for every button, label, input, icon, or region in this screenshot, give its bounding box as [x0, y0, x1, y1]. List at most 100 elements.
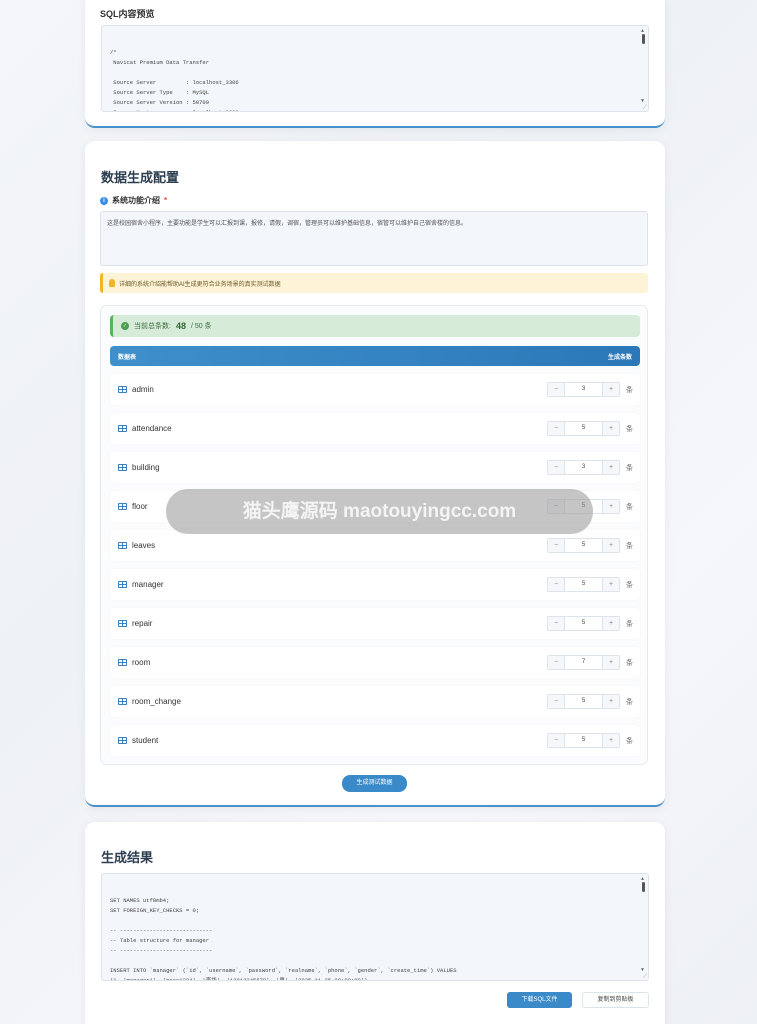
- total-count-bar: ✓ 当前总条数: 48 / 50 条: [110, 315, 640, 337]
- table-row-admin: admin −3 + 条: [110, 374, 640, 405]
- table-icon: [118, 542, 127, 549]
- table-name: leaves: [132, 541, 156, 550]
- table-name: attendance: [132, 424, 172, 433]
- unit-label: 条: [626, 543, 633, 550]
- sql-preview-textarea[interactable]: /* Navicat Premium Data Transfer Source …: [101, 25, 649, 112]
- count-stepper[interactable]: −5+: [547, 733, 620, 748]
- table-row-building: building −3 + 条: [110, 452, 640, 483]
- table-name: admin: [132, 385, 154, 394]
- table-icon: [118, 620, 127, 627]
- sql-line: Source Server Type : MySQL: [110, 89, 210, 96]
- check-circle-icon: ✓: [121, 322, 129, 330]
- sql-preview-label: SQL内容预览: [100, 9, 155, 19]
- count-input[interactable]: 7: [564, 656, 603, 669]
- decrement-button[interactable]: −: [548, 617, 564, 630]
- decrement-button[interactable]: −: [548, 422, 564, 435]
- increment-button[interactable]: +: [603, 422, 619, 435]
- table-row-attendance: attendance −5 + 条: [110, 413, 640, 444]
- increment-button[interactable]: +: [603, 461, 619, 474]
- required-mark: *: [164, 196, 168, 205]
- table-row-room_change: room_change −5 + 条: [110, 686, 640, 717]
- unit-label: 条: [626, 465, 633, 472]
- count-input[interactable]: 5: [564, 422, 603, 435]
- table-row-student: student −5 + 条: [110, 725, 640, 756]
- table-icon: [118, 698, 127, 705]
- scrollbar[interactable]: ▲ ▼: [641, 29, 646, 108]
- decrement-button[interactable]: −: [548, 539, 564, 552]
- table-row-manager: manager −5 + 条: [110, 569, 640, 600]
- sql-preview-card: SQL内容预览 /* Navicat Premium Data Transfer…: [85, 0, 665, 128]
- table-name: student: [132, 736, 159, 745]
- decrement-button[interactable]: −: [548, 383, 564, 396]
- unit-label: 条: [626, 738, 633, 745]
- count-input[interactable]: 5: [564, 695, 603, 708]
- info-icon: i: [100, 196, 108, 205]
- lightbulb-icon: [109, 279, 115, 287]
- resize-grip-icon[interactable]: ⟋: [643, 974, 647, 980]
- sql-line: Source Server : localhost_3306: [110, 79, 239, 86]
- config-title: 数据生成配置: [101, 170, 180, 185]
- decrement-button[interactable]: −: [548, 656, 564, 669]
- table-icon: [118, 581, 127, 588]
- result-line: (1, 'manager1', 'pass1234', '李华', '13812…: [110, 977, 371, 981]
- table-icon: [118, 464, 127, 471]
- table-name: manager: [132, 580, 164, 589]
- count-input[interactable]: 5: [564, 578, 603, 591]
- decrement-button[interactable]: −: [548, 578, 564, 591]
- data-config-card: 数据生成配置 i 系统功能介绍 * 这是校园宿舍小程序，主要功能是学生可以汇报到…: [85, 141, 665, 807]
- count-stepper[interactable]: −5+: [547, 694, 620, 709]
- table-name: room: [132, 658, 151, 667]
- increment-button[interactable]: +: [603, 695, 619, 708]
- result-line: -- Table structure for manager: [110, 937, 210, 944]
- increment-button[interactable]: +: [603, 578, 619, 591]
- increment-button[interactable]: +: [603, 617, 619, 630]
- result-line: -- ----------------------------: [110, 947, 213, 954]
- increment-button[interactable]: +: [603, 500, 619, 513]
- system-desc-textarea[interactable]: 这是校园宿舍小程序，主要功能是学生可以汇报到课，报修，请假，调宿，管理员可以维护…: [100, 211, 648, 266]
- count-stepper[interactable]: −5+: [547, 421, 620, 436]
- count-stepper[interactable]: −3 +: [547, 460, 620, 475]
- count-input[interactable]: 3: [564, 461, 603, 474]
- sql-line: Source Server Version : 50709: [110, 99, 210, 106]
- table-row-leaves: leaves −5 + 条: [110, 530, 640, 561]
- decrement-button[interactable]: −: [548, 695, 564, 708]
- increment-button[interactable]: +: [603, 383, 619, 396]
- decrement-button[interactable]: −: [548, 461, 564, 474]
- result-card: 生成结果 SET NAMES utf8mb4; SET FOREIGN_KEY_C…: [85, 822, 665, 1024]
- sql-line: [110, 68, 640, 78]
- increment-button[interactable]: +: [603, 656, 619, 669]
- count-stepper[interactable]: −7 +: [547, 655, 620, 670]
- table-icon: [118, 737, 127, 744]
- count-input[interactable]: 5: [564, 734, 603, 747]
- scroll-thumb[interactable]: [642, 34, 645, 44]
- result-line: [110, 916, 640, 926]
- tip-box: 详细的系统介绍能帮助AI生成更符合业务场景的真实测试数据: [100, 273, 648, 293]
- count-stepper[interactable]: −5+: [547, 577, 620, 592]
- count-stepper[interactable]: −5+: [547, 616, 620, 631]
- count-stepper[interactable]: −3 +: [547, 382, 620, 397]
- unit-label: 条: [626, 426, 633, 433]
- copy-clipboard-button[interactable]: 复制到剪贴板: [582, 992, 649, 1008]
- sql-line: /*: [110, 49, 117, 56]
- result-line: -- ----------------------------: [110, 927, 213, 934]
- count-input[interactable]: 5: [564, 617, 603, 630]
- download-sql-button[interactable]: 下载SQL文件: [507, 992, 572, 1008]
- system-desc-label: i 系统功能介绍 *: [100, 195, 167, 206]
- unit-label: 条: [626, 582, 633, 589]
- generate-data-button[interactable]: 生成测试数据: [342, 775, 407, 792]
- total-count: 48: [175, 321, 186, 331]
- unit-label: 条: [626, 621, 633, 628]
- resize-grip-icon[interactable]: ⟋: [643, 105, 647, 111]
- count-stepper[interactable]: −5+: [547, 538, 620, 553]
- count-input[interactable]: 5: [564, 539, 603, 552]
- scrollbar[interactable]: ▲ ▼: [641, 877, 646, 977]
- increment-button[interactable]: +: [603, 539, 619, 552]
- decrement-button[interactable]: −: [548, 734, 564, 747]
- count-input[interactable]: 3: [564, 383, 603, 396]
- table-config-panel: ✓ 当前总条数: 48 / 50 条 数据表 生成条数 admin −3 + 条 att…: [100, 305, 648, 765]
- scroll-thumb[interactable]: [642, 882, 645, 892]
- table-row-room: room −7 + 条: [110, 647, 640, 678]
- result-line: [110, 956, 640, 966]
- result-textarea[interactable]: SET NAMES utf8mb4; SET FOREIGN_KEY_CHECKS…: [101, 873, 649, 981]
- increment-button[interactable]: +: [603, 734, 619, 747]
